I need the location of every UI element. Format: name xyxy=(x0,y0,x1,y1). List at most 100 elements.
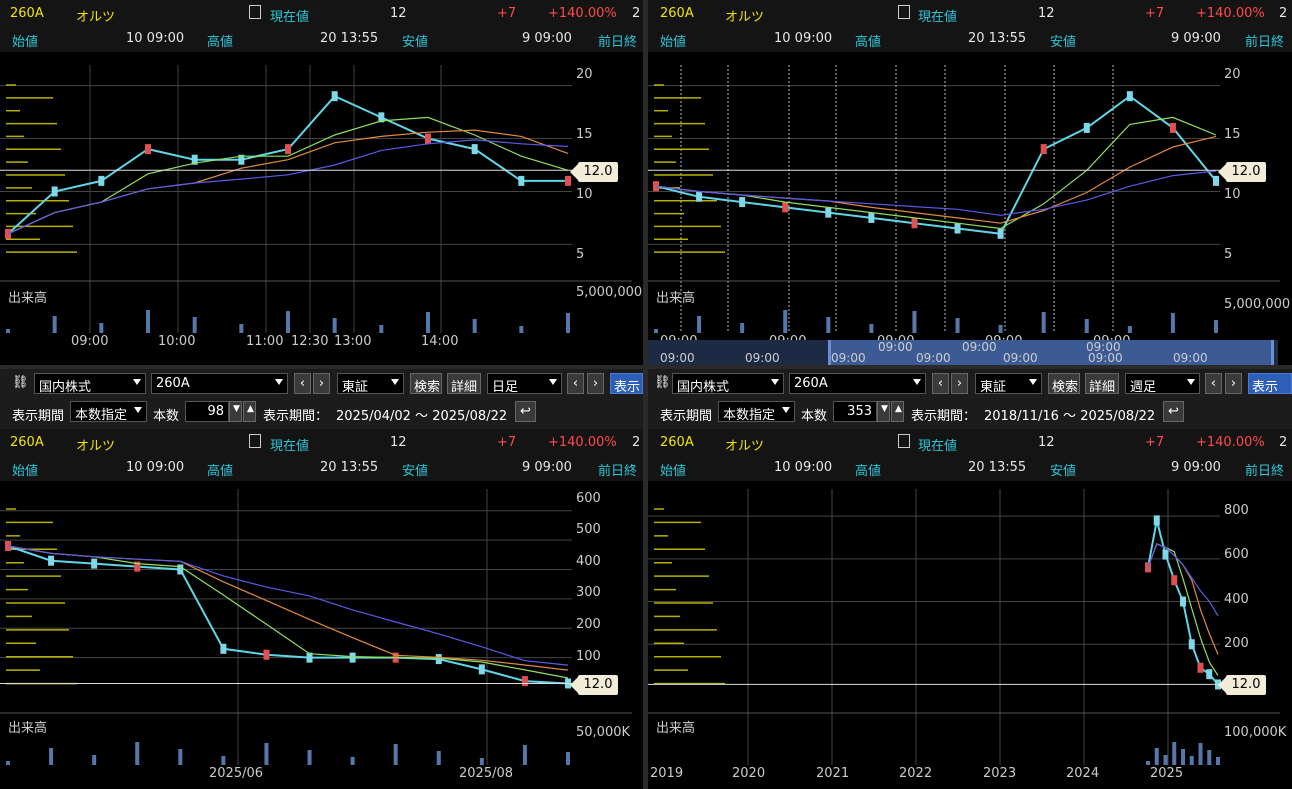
x-tick: 11:00 xyxy=(246,334,284,349)
next-code-button[interactable]: › xyxy=(951,373,968,394)
prev-button[interactable]: ‹ xyxy=(567,373,584,394)
count-up-button[interactable]: ▲ xyxy=(243,401,256,422)
candle xyxy=(349,652,356,663)
moving-average-short xyxy=(7,116,569,235)
volume-bar xyxy=(740,323,745,333)
volume-bar xyxy=(99,323,104,333)
panel-divider[interactable] xyxy=(643,0,648,789)
code-select[interactable]: 260A xyxy=(151,373,288,394)
y-tick: 5 xyxy=(1224,247,1233,262)
candle xyxy=(1126,91,1133,102)
y-tick: 200 xyxy=(576,617,601,632)
volume-bar xyxy=(426,312,430,333)
volume-bar xyxy=(566,313,570,333)
volume-bar xyxy=(350,757,355,765)
multi-day-chart[interactable] xyxy=(648,0,1292,365)
link-icon[interactable]: ⛓ xyxy=(12,375,29,390)
prev-code-button[interactable]: ‹ xyxy=(932,373,949,394)
volume-bar xyxy=(479,758,484,765)
code-select[interactable]: 260A xyxy=(789,373,926,394)
display-button[interactable]: 表示 xyxy=(1248,373,1292,394)
link-icon[interactable]: ⛓ xyxy=(654,375,671,390)
volume-label: 出来高 xyxy=(656,721,696,736)
next-button[interactable]: › xyxy=(587,373,604,394)
volume-tick: 5,000,000 xyxy=(576,285,643,300)
volume-tick: 100,000K xyxy=(1224,725,1287,740)
x-tick: 2025 xyxy=(1150,766,1184,781)
volume-bar xyxy=(379,325,384,333)
x-tick: 2023 xyxy=(983,766,1017,781)
scroll-tick: 09:00 xyxy=(745,351,780,365)
period-select[interactable]: 日足 xyxy=(487,373,562,395)
count-up-button[interactable]: ▲ xyxy=(891,401,904,422)
volume-bar xyxy=(92,755,97,765)
scroll-tick: 09:00 xyxy=(1003,351,1038,365)
y-tick: 5 xyxy=(576,247,585,262)
count-down-button[interactable]: ▼ xyxy=(877,401,890,422)
volume-label: 出来高 xyxy=(8,291,48,306)
panel-divider[interactable] xyxy=(0,365,1292,369)
volume-bar xyxy=(436,751,441,765)
exchange-select[interactable]: 東証 xyxy=(975,373,1042,395)
toolbar-right: ⛓ 国内株式 260A ‹ › 東証 検索 詳細 週足 ‹ › 表示 表示期間 … xyxy=(648,369,1292,429)
x-tick: 14:00 xyxy=(421,334,459,349)
candle xyxy=(435,654,442,665)
candle xyxy=(478,664,485,675)
y-tick: 15 xyxy=(1224,127,1241,142)
x-tick: 2025/08 xyxy=(459,766,514,781)
candle xyxy=(782,202,789,213)
volume-bar xyxy=(472,319,477,333)
volume-bar xyxy=(239,324,244,333)
count-input[interactable]: 98 xyxy=(185,401,229,422)
reset-button[interactable]: ↩ xyxy=(1163,401,1184,422)
x-tick: 10:00 xyxy=(158,334,196,349)
range-mode-select[interactable]: 本数指定 xyxy=(718,401,795,423)
volume-bar xyxy=(1216,757,1220,765)
candle xyxy=(696,191,703,202)
volume-bar xyxy=(1127,326,1132,333)
candle xyxy=(1171,575,1178,586)
range-mode-select[interactable]: 本数指定 xyxy=(70,401,147,423)
search-button[interactable]: 検索 xyxy=(1048,373,1080,395)
volume-bar xyxy=(697,316,702,333)
period-select[interactable]: 週足 xyxy=(1125,373,1200,395)
x-tick: 2021 xyxy=(816,766,850,781)
market-select[interactable]: 国内株式 xyxy=(34,373,146,395)
market-select[interactable]: 国内株式 xyxy=(672,373,784,395)
x-tick: 09:00 xyxy=(71,334,109,349)
candle xyxy=(1197,662,1204,673)
volume-bar xyxy=(264,743,269,765)
prev-code-button[interactable]: ‹ xyxy=(294,373,311,394)
y-tick: 600 xyxy=(1224,547,1249,562)
candle xyxy=(1169,122,1176,133)
reset-button[interactable]: ↩ xyxy=(515,401,536,422)
intraday-chart[interactable] xyxy=(0,0,643,365)
moving-average-short xyxy=(1147,543,1219,676)
candle xyxy=(1040,144,1047,155)
volume-bar xyxy=(955,318,960,333)
candle xyxy=(425,133,431,144)
volume-bar xyxy=(307,750,312,765)
toolbar-left: ⛓ 国内株式 260A ‹ › 東証 検索 詳細 日足 ‹ › 表示 表示期間 … xyxy=(0,369,643,429)
weekly-chart[interactable] xyxy=(648,429,1292,789)
next-button[interactable]: › xyxy=(1225,373,1242,394)
count-input[interactable]: 353 xyxy=(833,401,877,422)
prev-button[interactable]: ‹ xyxy=(1205,373,1222,394)
count-down-button[interactable]: ▼ xyxy=(229,401,242,422)
scroll-bar[interactable]: 09:00 09:00 09:00 09:00 09:00 09:00 09:0… xyxy=(648,340,1278,365)
search-button[interactable]: 検索 xyxy=(410,373,442,395)
display-button[interactable]: 表示 xyxy=(610,373,643,394)
x-tick: 2019 xyxy=(650,766,684,781)
candle xyxy=(518,175,525,186)
volume-label: 出来高 xyxy=(656,291,696,306)
candle xyxy=(5,228,11,239)
candle xyxy=(739,197,746,208)
daily-chart[interactable] xyxy=(0,429,643,789)
detail-button[interactable]: 詳細 xyxy=(447,373,481,395)
volume-tick: 5,000,000 xyxy=(1224,297,1291,312)
moving-average-mid xyxy=(655,135,1217,224)
next-code-button[interactable]: › xyxy=(313,373,330,394)
exchange-select[interactable]: 東証 xyxy=(337,373,404,395)
volume-tick: 50,000K xyxy=(576,725,631,740)
detail-button[interactable]: 詳細 xyxy=(1085,373,1119,395)
